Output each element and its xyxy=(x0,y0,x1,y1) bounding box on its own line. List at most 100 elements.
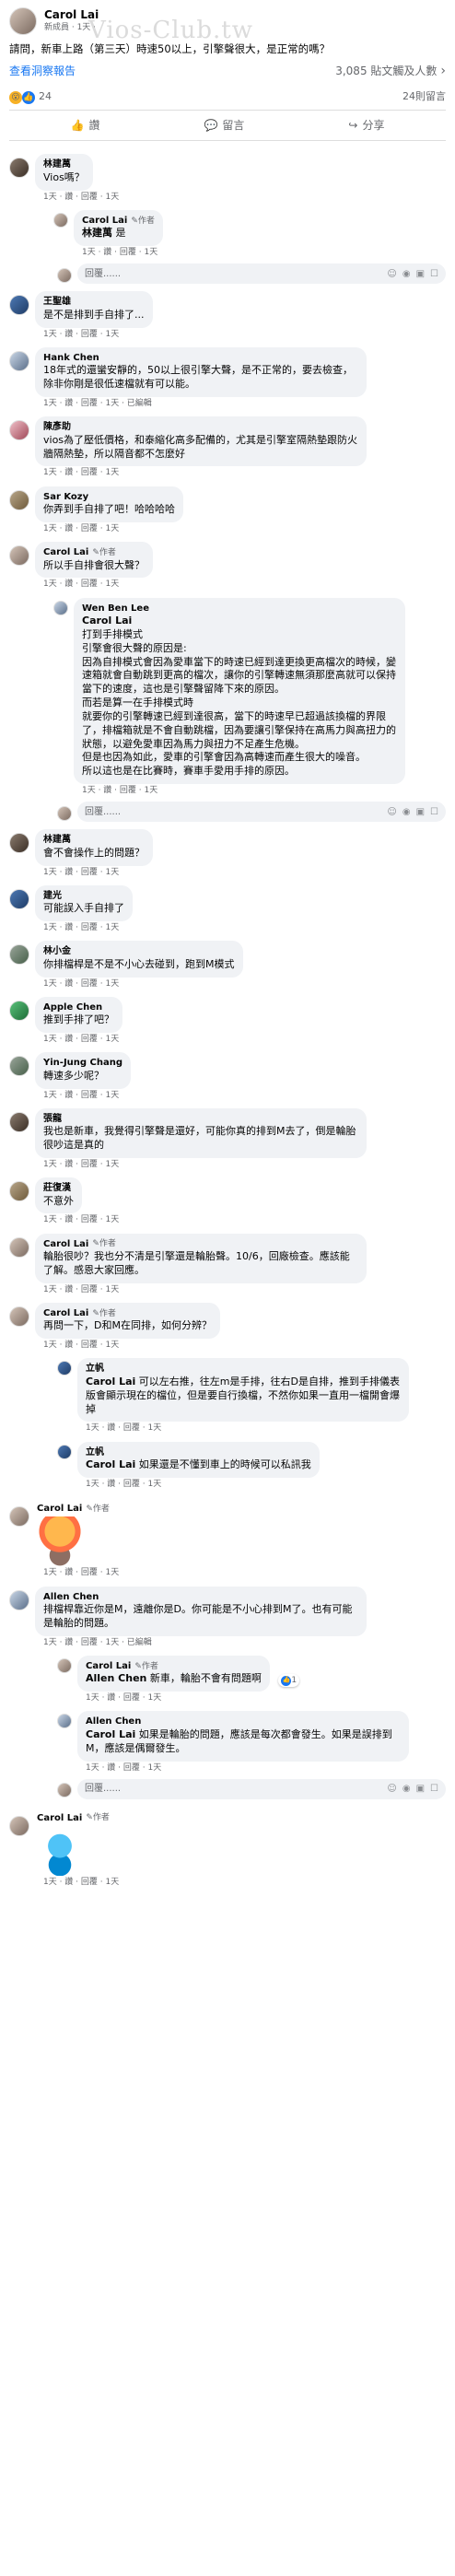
reply-input[interactable]: 回覆...... ☺ ◉ ▣ ☐ xyxy=(77,1778,446,1799)
comment-meta[interactable]: 1天 · 讚 · 回覆 · 1天 xyxy=(35,1159,367,1170)
sticker-icon[interactable]: ☐ xyxy=(430,268,438,281)
comment-meta[interactable]: 1天 · 讚 · 回覆 · 1天 xyxy=(35,922,133,933)
reply-input[interactable]: 回覆...... ☺ ◉ ▣ ☐ xyxy=(77,263,446,285)
commenter-name[interactable]: 建光 xyxy=(43,890,124,903)
camera-icon[interactable]: ◉ xyxy=(402,1783,411,1796)
commenter-name[interactable]: 張龍 xyxy=(43,1113,358,1126)
comment-button[interactable]: 💬 留言 xyxy=(204,118,244,133)
avatar[interactable] xyxy=(9,295,29,316)
commenter-name[interactable]: 林小金 xyxy=(43,945,235,958)
comment-meta[interactable]: 1天 · 讚 · 回覆 · 1天 xyxy=(35,579,153,590)
comment-meta[interactable]: 1天 · 讚 · 回覆 · 1天 xyxy=(35,1340,220,1351)
commenter-name[interactable]: Hank Chen xyxy=(43,352,358,365)
comment-meta[interactable]: 1天 · 讚 · 回覆 · 1天 xyxy=(35,1877,119,1888)
comment-meta[interactable]: 1天 · 讚 · 回覆 · 1天 xyxy=(35,1567,119,1578)
emoji-icon[interactable]: ☺ xyxy=(387,268,396,281)
reaction-chip[interactable]: 👍 1 xyxy=(278,1674,300,1688)
comment-meta[interactable]: 1天 · 讚 · 回覆 · 1天 · 已編輯 xyxy=(35,398,367,409)
avatar[interactable] xyxy=(9,1181,29,1202)
comment-meta[interactable]: 1天 · 讚 · 回覆 · 1天 xyxy=(35,1034,122,1045)
emoji-icon[interactable]: ☺ xyxy=(387,806,396,819)
avatar[interactable] xyxy=(9,545,29,567)
commenter-name[interactable]: 立帆 xyxy=(86,1446,311,1459)
comment-meta[interactable]: 1天 · 讚 · 回覆 · 1天 · 已編輯 xyxy=(35,1637,367,1648)
avatar[interactable] xyxy=(9,833,29,854)
gif-icon[interactable]: ▣ xyxy=(416,806,425,819)
avatar[interactable] xyxy=(9,1000,29,1021)
mention-tag[interactable]: Carol Lai xyxy=(86,1728,135,1740)
commenter-name[interactable]: Carol Lai作者 xyxy=(43,546,145,559)
avatar[interactable] xyxy=(9,1056,29,1077)
commenter-name[interactable]: Sar Kozy xyxy=(43,491,175,504)
avatar[interactable] xyxy=(9,158,29,179)
commenter-name[interactable]: Carol Lai作者 xyxy=(86,1660,262,1673)
commenter-name[interactable]: Carol Lai作者 xyxy=(43,1307,212,1320)
comment-meta[interactable]: 1天 · 讚 · 回覆 · 1天 xyxy=(74,785,405,796)
mention-tag[interactable]: 林建萬 xyxy=(82,227,112,239)
commenter-name[interactable]: 林建萬 xyxy=(43,834,145,847)
comment-meta[interactable]: 1天 · 讚 · 回覆 · 1天 xyxy=(35,1090,131,1101)
commenter-name[interactable]: 林建萬 xyxy=(43,158,85,171)
reply-input[interactable]: 回覆...... ☺ ◉ ▣ ☐ xyxy=(77,802,446,823)
avatar[interactable] xyxy=(9,489,29,510)
comment-meta[interactable]: 1天 · 讚 · 回覆 · 1天 xyxy=(77,1692,299,1704)
mention-tag[interactable]: Carol Lai xyxy=(86,1376,135,1388)
commenter-name[interactable]: 陳彥助 xyxy=(43,421,358,434)
avatar[interactable] xyxy=(9,1505,29,1527)
like-button[interactable]: 👍 讚 xyxy=(70,118,99,133)
avatar[interactable] xyxy=(57,1714,72,1729)
avatar[interactable] xyxy=(57,1657,72,1673)
share-button[interactable]: ↪ 分享 xyxy=(348,118,384,133)
avatar[interactable] xyxy=(9,1589,29,1610)
reach-info[interactable]: 3,085 貼文觸及人數 › xyxy=(335,63,446,80)
camera-icon[interactable]: ◉ xyxy=(402,268,411,281)
commenter-name[interactable]: Allen Chen xyxy=(86,1715,401,1728)
comment-meta[interactable]: 1天 · 讚 · 回覆 · 1天 xyxy=(35,523,183,534)
commenter-name[interactable]: Apple Chen xyxy=(43,1001,114,1014)
avatar[interactable] xyxy=(53,600,68,615)
comment-meta[interactable]: 1天 · 讚 · 回覆 · 1天 xyxy=(35,192,119,203)
avatar[interactable] xyxy=(9,1236,29,1258)
commenter-name[interactable]: Allen Chen xyxy=(43,1591,358,1604)
avatar[interactable] xyxy=(9,420,29,441)
commenter-name[interactable]: Wen Ben Lee xyxy=(82,603,397,615)
comment-meta[interactable]: 1天 · 讚 · 回覆 · 1天 xyxy=(35,467,367,478)
author-avatar[interactable] xyxy=(9,7,37,35)
commenter-name[interactable]: Carol Lai作者 xyxy=(35,1812,119,1825)
avatar[interactable] xyxy=(9,888,29,909)
avatar[interactable] xyxy=(57,1444,72,1459)
gif-icon[interactable]: ▣ xyxy=(416,1783,425,1796)
avatar[interactable] xyxy=(53,212,68,228)
commenter-name[interactable]: 莊復漢 xyxy=(43,1182,74,1195)
mention-tag[interactable]: Allen Chen xyxy=(86,1672,146,1684)
post-author-name[interactable]: Carol Lai xyxy=(44,7,99,22)
comment-meta[interactable]: 1天 · 讚 · 回覆 · 1天 xyxy=(35,1284,367,1295)
commenter-name[interactable]: Carol Lai作者 xyxy=(35,1503,119,1516)
commenter-name[interactable]: 王聖雄 xyxy=(43,296,145,309)
commenter-name[interactable]: Yin-Jung Chang xyxy=(43,1057,122,1070)
see-insights-link[interactable]: 查看洞察報告 xyxy=(9,64,76,78)
emoji-icon[interactable]: ☺ xyxy=(387,1783,396,1796)
avatar[interactable] xyxy=(57,1361,72,1376)
avatar[interactable] xyxy=(9,1815,29,1836)
camera-icon[interactable]: ◉ xyxy=(402,806,411,819)
avatar[interactable] xyxy=(9,1306,29,1327)
comment-meta[interactable]: 1天 · 讚 · 回覆 · 1天 xyxy=(35,867,153,878)
comment-meta[interactable]: 1天 · 讚 · 回覆 · 1天 xyxy=(77,1479,320,1490)
mention-tag[interactable]: Carol Lai xyxy=(82,615,397,628)
mention-tag[interactable]: Carol Lai xyxy=(86,1458,135,1470)
comment-meta[interactable]: 1天 · 讚 · 回覆 · 1天 xyxy=(35,329,153,340)
sticker-icon[interactable]: ☐ xyxy=(430,806,438,819)
comment-meta[interactable]: 1天 · 讚 · 回覆 · 1天 xyxy=(35,978,243,989)
comment-meta[interactable]: 1天 · 讚 · 回覆 · 1天 xyxy=(74,247,163,258)
comment-count[interactable]: 24則留言 xyxy=(402,90,446,104)
commenter-name[interactable]: Carol Lai作者 xyxy=(82,215,155,228)
avatar[interactable] xyxy=(9,1111,29,1132)
commenter-name[interactable]: 立帆 xyxy=(86,1363,401,1376)
avatar[interactable] xyxy=(9,944,29,966)
commenter-name[interactable]: Carol Lai作者 xyxy=(43,1238,358,1251)
avatar[interactable] xyxy=(9,350,29,371)
comment-meta[interactable]: 1天 · 讚 · 回覆 · 1天 xyxy=(35,1214,119,1225)
reactions[interactable]: 😮 👍 24 xyxy=(9,90,52,104)
comment-meta[interactable]: 1天 · 讚 · 回覆 · 1天 xyxy=(77,1423,409,1434)
